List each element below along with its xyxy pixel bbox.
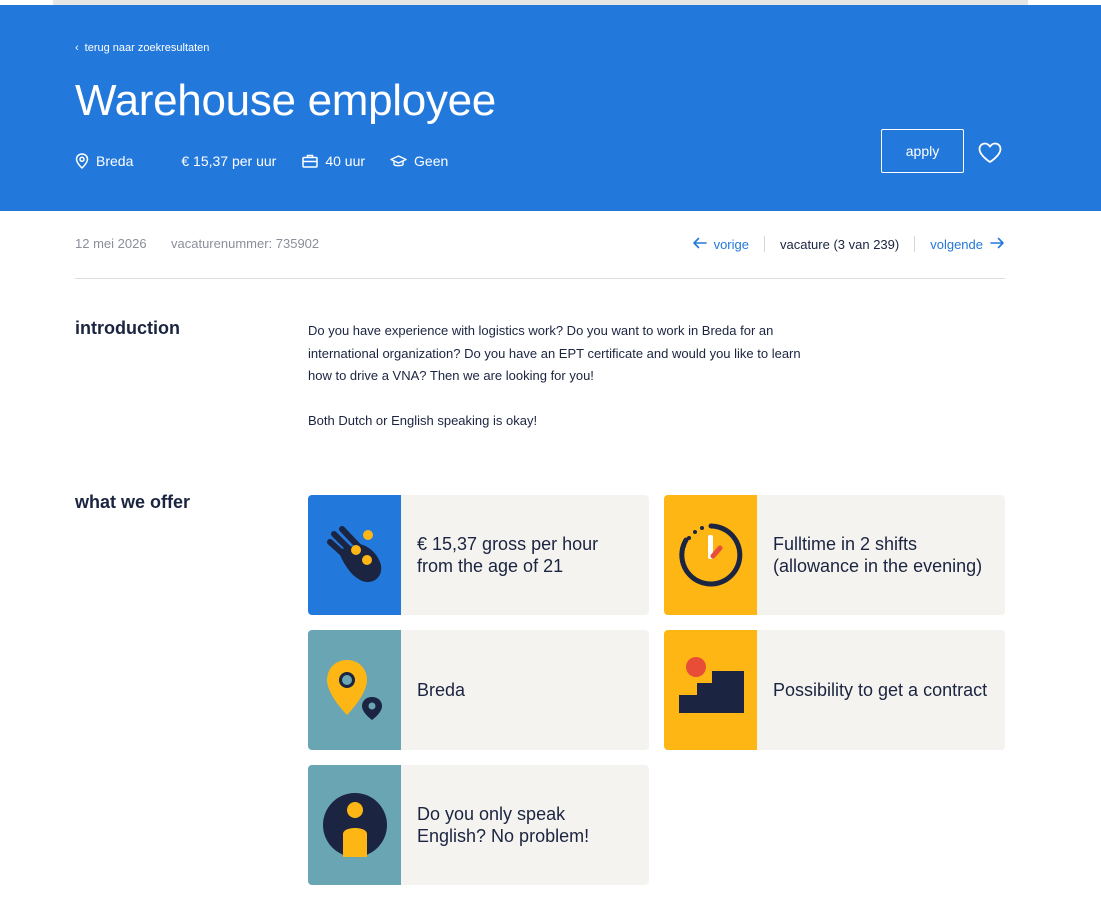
next-label: volgende: [930, 236, 983, 252]
previous-vacancy-link[interactable]: vorige: [692, 237, 749, 252]
job-header: ‹ terug naar zoekresultaten Warehouse em…: [0, 5, 1101, 211]
job-meta: Breda € 15,37 per uur 40 uur Geen: [75, 153, 448, 169]
person-icon: [308, 765, 401, 885]
vacancy-number: vacaturenummer: 735902: [171, 236, 320, 251]
offer-card-language: Do you only speak English? No problem!: [308, 765, 649, 885]
meta-salary-text: € 15,37 per uur: [181, 153, 277, 169]
offer-card-shifts: Fulltime in 2 shifts (allowance in the e…: [664, 495, 1005, 615]
chevron-left-icon: ‹: [75, 41, 79, 54]
location-pins-icon: [308, 630, 401, 750]
offer-card-location: Breda: [308, 630, 649, 750]
vacancy-info-bar: 12 mei 2026 vacaturenummer: 735902 vorig…: [75, 236, 1005, 256]
meta-hours-text: 40 uur: [325, 153, 366, 169]
offer-card-text: Breda: [417, 680, 466, 700]
arrow-right-icon: [990, 237, 1005, 252]
previous-label: vorige: [713, 236, 749, 252]
apply-button[interactable]: apply: [881, 129, 964, 173]
offer-card-salary: € 15,37 gross per hour from the age of 2…: [308, 495, 649, 615]
meta-location: Breda: [75, 153, 133, 169]
pager-separator: [763, 236, 765, 252]
offer-card-text: Do you only speak English? No problem!: [417, 804, 590, 846]
heart-icon[interactable]: [977, 141, 1003, 165]
job-title: Warehouse employee: [75, 76, 496, 125]
meta-salary: € 15,37 per uur: [181, 153, 276, 169]
offer-card-text: Possibility to get a contract: [773, 680, 988, 700]
divider: [75, 278, 1005, 279]
meta-education: Geen: [390, 153, 448, 169]
pager-separator: [914, 236, 916, 252]
meta-hours: 40 uur: [302, 153, 365, 169]
meta-location-text: Breda: [96, 153, 134, 169]
what-we-offer-heading: what we offer: [75, 492, 191, 512]
offer-card-contract: Possibility to get a contract: [664, 630, 1005, 750]
introduction-text: Do you have experience with logistics wo…: [308, 320, 808, 454]
introduction-paragraph: Do you have experience with logistics wo…: [308, 323, 801, 383]
vacancy-pager: vorige vacature (3 van 239) volgende: [692, 236, 1005, 252]
back-to-results-link[interactable]: ‹ terug naar zoekresultaten: [75, 42, 209, 54]
offer-card-text: Fulltime in 2 shifts (allowance in the e…: [773, 534, 983, 576]
graduation-cap-icon: [390, 154, 407, 168]
offer-card-text: € 15,37 gross per hour from the age of 2…: [417, 534, 599, 576]
meta-education-text: Geen: [414, 153, 449, 169]
stairs-icon: [664, 630, 757, 750]
posting-date: 12 mei 2026: [75, 236, 147, 251]
stopwatch-icon: [664, 495, 757, 615]
briefcase-icon: [302, 154, 319, 168]
hand-coins-icon: [308, 495, 401, 615]
location-pin-icon: [75, 153, 89, 169]
introduction-paragraph: Both Dutch or English speaking is okay!: [308, 412, 538, 428]
arrow-left-icon: [692, 237, 707, 252]
next-vacancy-link[interactable]: volgende: [930, 237, 1005, 252]
vacancy-count: vacature (3 van 239): [779, 236, 900, 252]
back-link-label: terug naar zoekresultaten: [84, 42, 210, 54]
introduction-heading: introduction: [75, 318, 180, 338]
